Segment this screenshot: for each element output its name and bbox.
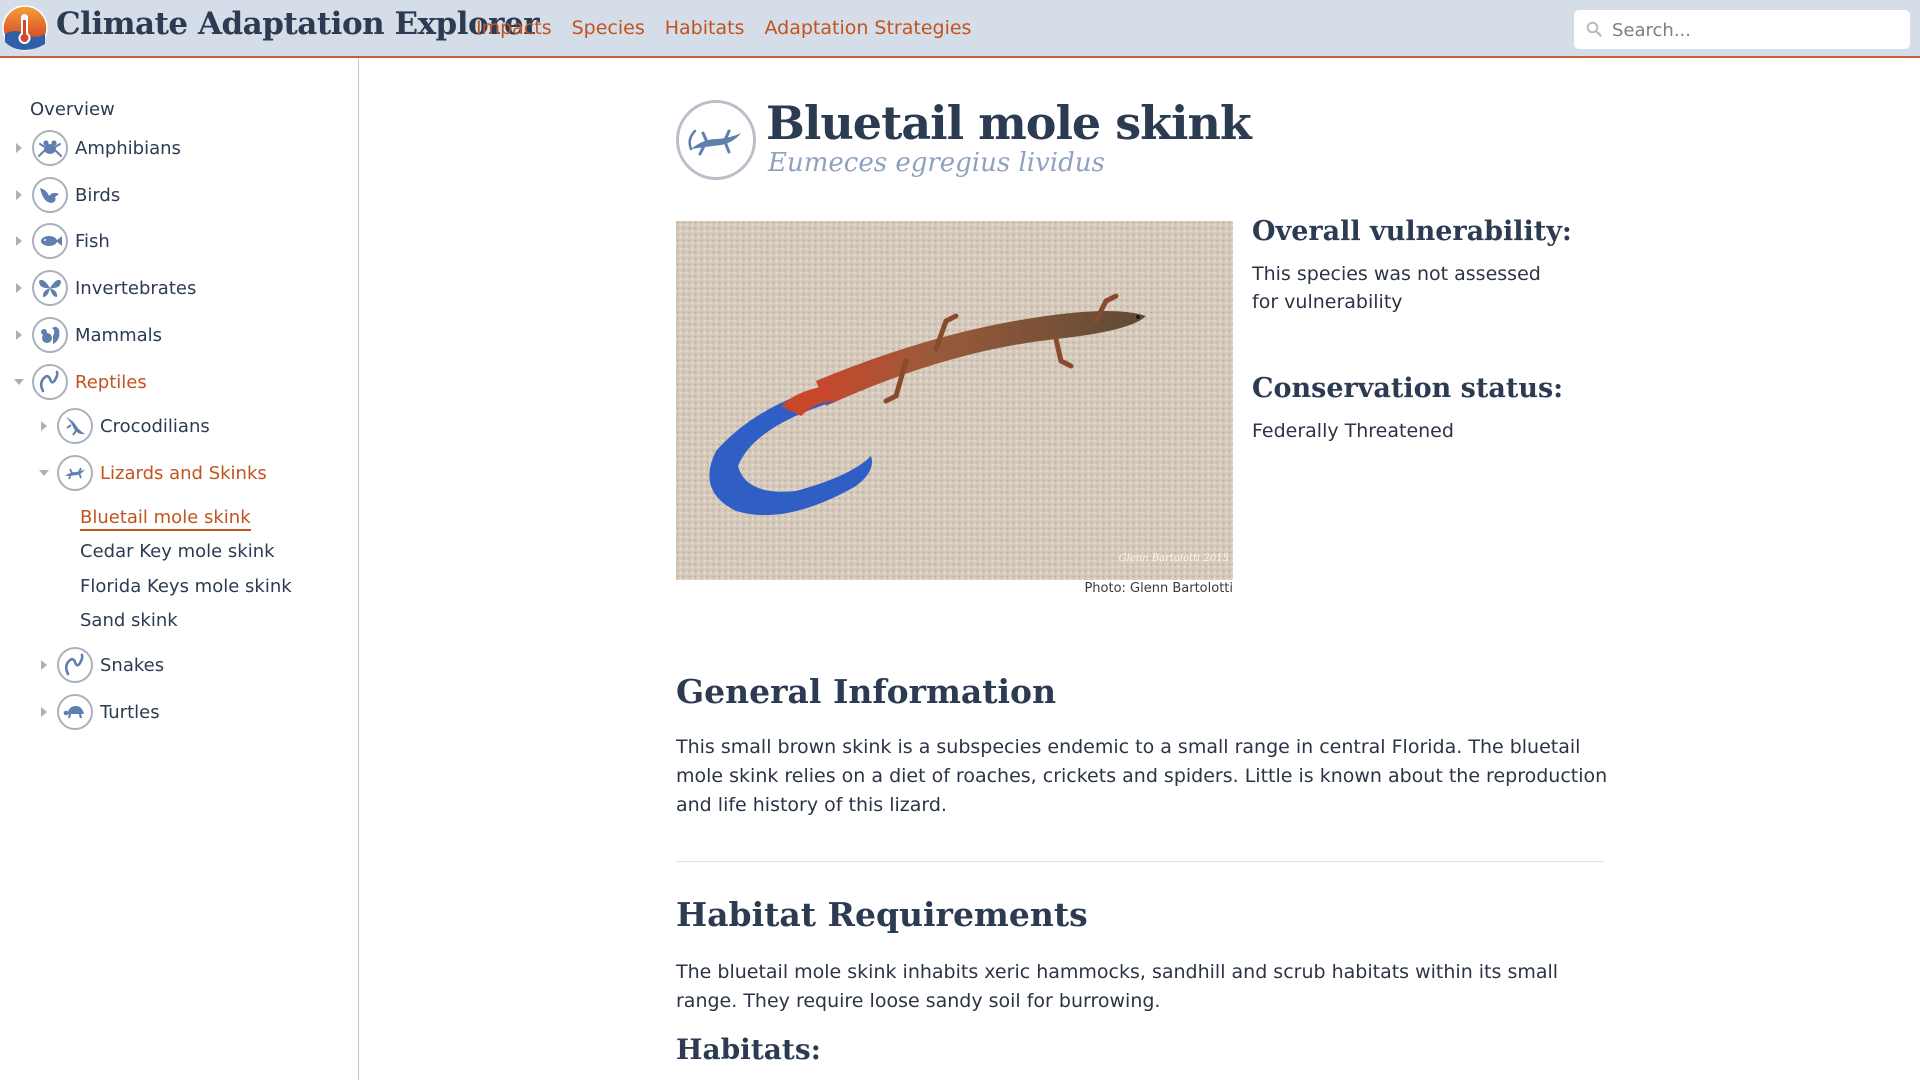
sidebar-item-label: Turtles [100,701,160,723]
sidebar-item-lizards-and-skinks[interactable]: Lizards and Skinks [39,455,267,491]
general-information-heading: General Information [676,672,1057,711]
nav-habitats[interactable]: Habitats [665,17,745,39]
sidebar-item-label: Invertebrates [75,277,197,299]
sidebar-item-label: Amphibians [75,137,181,159]
chevron-right-icon[interactable] [39,660,49,670]
search-icon [1586,21,1602,37]
page-title: Bluetail mole skink [766,96,1252,150]
squirrel-icon [32,317,68,353]
snake-icon [32,364,68,400]
chevron-right-icon[interactable] [14,143,24,153]
sidebar-species-sand-skink[interactable]: Sand skink [80,610,178,631]
search-input[interactable] [1610,10,1904,51]
skink-image [676,221,1233,580]
photo-credit: Photo: Glenn Bartolotti [1084,581,1233,596]
frog-icon [32,130,68,166]
habitats-heading: Habitats: [676,1033,821,1066]
butterfly-icon [32,270,68,306]
habitat-requirements-heading: Habitat Requirements [676,895,1088,934]
fish-icon [32,223,68,259]
chevron-right-icon[interactable] [14,283,24,293]
bird-icon [32,177,68,213]
sidebar-species-bluetail-mole-skink[interactable]: Bluetail mole skink [80,507,251,531]
nav-adaptation-strategies[interactable]: Adaptation Strategies [764,17,971,39]
species-sidebar: Overview Amphibians Birds Fish Invertebr… [0,58,359,1080]
sidebar-item-reptiles[interactable]: Reptiles [14,364,147,400]
sidebar-item-turtles[interactable]: Turtles [39,694,160,730]
lizard-icon [57,455,93,491]
species-photo[interactable]: Glenn Bartolotti 2015 [676,221,1233,580]
sidebar-item-label: Snakes [100,654,165,676]
sidebar-item-amphibians[interactable]: Amphibians [14,130,181,166]
sidebar-item-label: Reptiles [75,371,147,393]
sidebar-item-birds[interactable]: Birds [14,177,120,213]
logo-icon[interactable] [1,4,49,52]
sidebar-item-mammals[interactable]: Mammals [14,317,162,353]
scientific-name: Eumeces egregius lividus [768,148,1105,178]
sidebar-species-florida-keys-mole-skink[interactable]: Florida Keys mole skink [80,576,292,597]
snake-icon [57,647,93,683]
habitat-requirements-text: The bluetail mole skink inhabits xeric h… [676,961,1559,1012]
chevron-down-icon[interactable] [39,468,49,478]
chevron-down-icon[interactable] [14,377,24,387]
app-title[interactable]: Climate Adaptation Explorer [56,6,540,42]
chevron-right-icon[interactable] [14,190,24,200]
sidebar-item-label: Fish [75,230,110,252]
section-divider [676,861,1604,862]
vulnerability-text: This species was not assessed for vulner… [1252,263,1541,313]
lizard-icon [676,100,756,180]
top-bar: Climate Adaptation Explorer Impacts Spec… [0,0,1920,58]
vulnerability-heading: Overall vulnerability: [1252,216,1572,247]
nav-species[interactable]: Species [572,17,645,39]
top-nav: Impacts Species Habitats Adaptation Stra… [476,17,971,39]
chevron-right-icon[interactable] [14,236,24,246]
general-information-text: This small brown skink is a subspecies e… [676,736,1608,816]
sidebar-overview[interactable]: Overview [30,99,115,120]
sidebar-item-label: Crocodilians [100,415,210,437]
search-box [1574,10,1910,51]
photo-watermark: Glenn Bartolotti 2015 [1118,553,1229,564]
sidebar-item-label: Birds [75,184,121,206]
sidebar-item-crocodilians[interactable]: Crocodilians [39,408,210,444]
conservation-text: Federally Threatened [1252,420,1454,442]
sidebar-item-label: Lizards and Skinks [100,462,267,484]
chevron-right-icon[interactable] [39,421,49,431]
crocodile-icon [57,408,93,444]
sidebar-species-cedar-key-mole-skink[interactable]: Cedar Key mole skink [80,541,275,562]
turtle-icon [57,694,93,730]
sidebar-item-fish[interactable]: Fish [14,223,110,259]
nav-impacts[interactable]: Impacts [476,17,552,39]
sidebar-item-snakes[interactable]: Snakes [39,647,164,683]
chevron-right-icon[interactable] [14,330,24,340]
sidebar-item-label: Mammals [75,324,163,346]
conservation-heading: Conservation status: [1252,373,1564,404]
sidebar-item-invertebrates[interactable]: Invertebrates [14,270,196,306]
chevron-right-icon[interactable] [39,707,49,717]
